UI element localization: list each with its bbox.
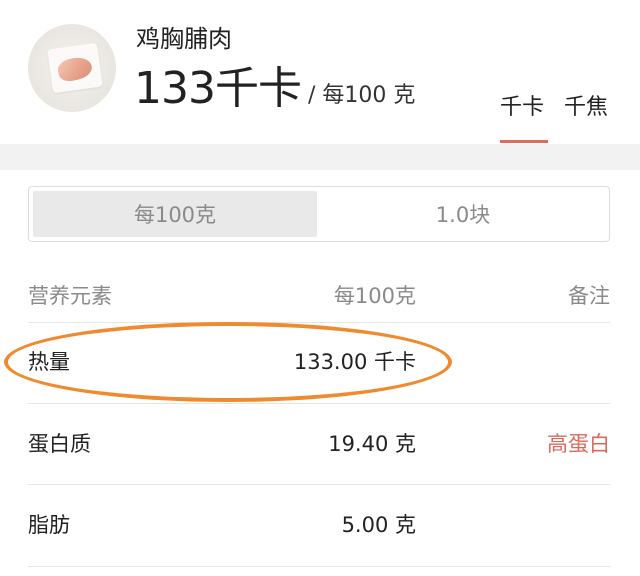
calorie-value: 133千卡 (134, 63, 302, 114)
food-header: 鸡胸脯肉 133千卡 / 每100 克 千卡 千焦 (0, 0, 640, 144)
header-nutrient: 营养元素 (28, 284, 112, 308)
food-name: 鸡胸脯肉 (136, 25, 232, 53)
portion-toggle: 每100克 1.0块 (28, 186, 610, 242)
portion-option-piece[interactable]: 1.0块 (321, 191, 605, 237)
row-note: 高蛋白 (547, 432, 610, 456)
row-value: 5.00 克 (341, 513, 416, 537)
table-row: 脂肪 5.00 克 (0, 485, 640, 565)
section-separator (0, 144, 640, 170)
calorie-row-highlight (4, 322, 452, 402)
table-divider (28, 566, 610, 567)
tab-kcal[interactable]: 千卡 (500, 92, 544, 124)
row-value: 19.40 克 (328, 432, 416, 456)
header-note: 备注 (568, 284, 610, 308)
portion-option-per100g[interactable]: 每100克 (33, 191, 317, 237)
table-row: 蛋白质 19.40 克 高蛋白 (0, 404, 640, 484)
per-unit-label: / 每100 克 (308, 83, 416, 108)
tab-kj[interactable]: 千焦 (564, 92, 608, 124)
nutrition-table-header: 营养元素 每100克 备注 (0, 272, 640, 320)
row-nutrient-name: 脂肪 (28, 513, 70, 537)
active-tab-indicator (500, 140, 548, 143)
food-thumbnail (28, 24, 116, 112)
header-per100g: 每100克 (333, 284, 416, 308)
row-nutrient-name: 蛋白质 (28, 432, 91, 456)
